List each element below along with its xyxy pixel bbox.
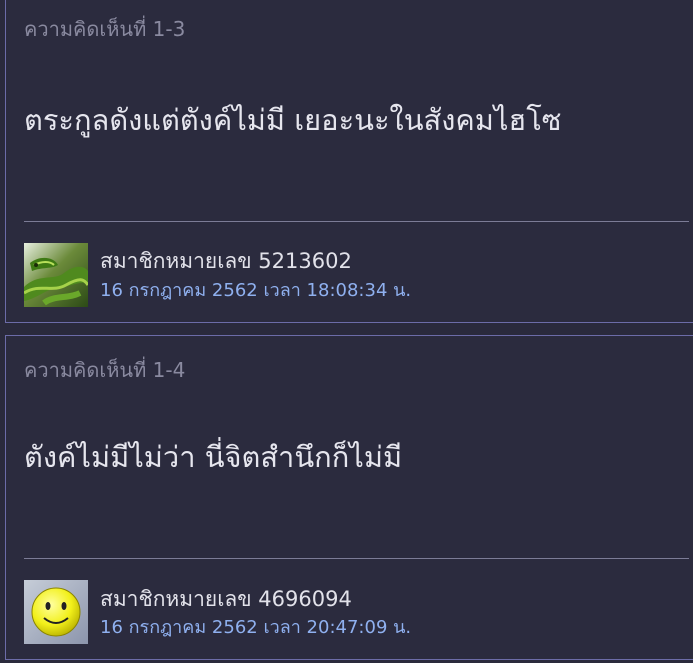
comment-timestamp: 16 กรกฎาคม 2562 เวลา 18:08:34 น. <box>100 280 412 301</box>
comment-number: ความคิดเห็นที่ 1-4 <box>24 358 186 382</box>
divider <box>24 558 689 559</box>
comment-card: ความคิดเห็นที่ 1-3 ตระกูลดังแต่ตังค์ไม่ม… <box>5 0 693 323</box>
comment-text: ตระกูลดังแต่ตังค์ไม่มี เยอะนะในสังคมไฮโซ <box>24 103 562 137</box>
username[interactable]: สมาชิกหมายเลข 5213602 <box>100 245 352 278</box>
comment-timestamp: 16 กรกฎาคม 2562 เวลา 20:47:09 น. <box>100 617 412 638</box>
smiley-avatar-icon[interactable] <box>24 580 88 644</box>
comment-text: ตังค์ไม่มีไม่ว่า นี่จิตสำนึกก็ไม่มี <box>24 440 403 474</box>
comment-card: ความคิดเห็นที่ 1-4 ตังค์ไม่มีไม่ว่า นี่จ… <box>5 335 693 660</box>
comment-number: ความคิดเห็นที่ 1-3 <box>24 17 186 41</box>
divider <box>24 221 689 222</box>
snake-avatar-icon[interactable] <box>24 243 88 307</box>
comment-thread: ความคิดเห็นที่ 1-3 ตระกูลดังแต่ตังค์ไม่ม… <box>0 0 693 663</box>
